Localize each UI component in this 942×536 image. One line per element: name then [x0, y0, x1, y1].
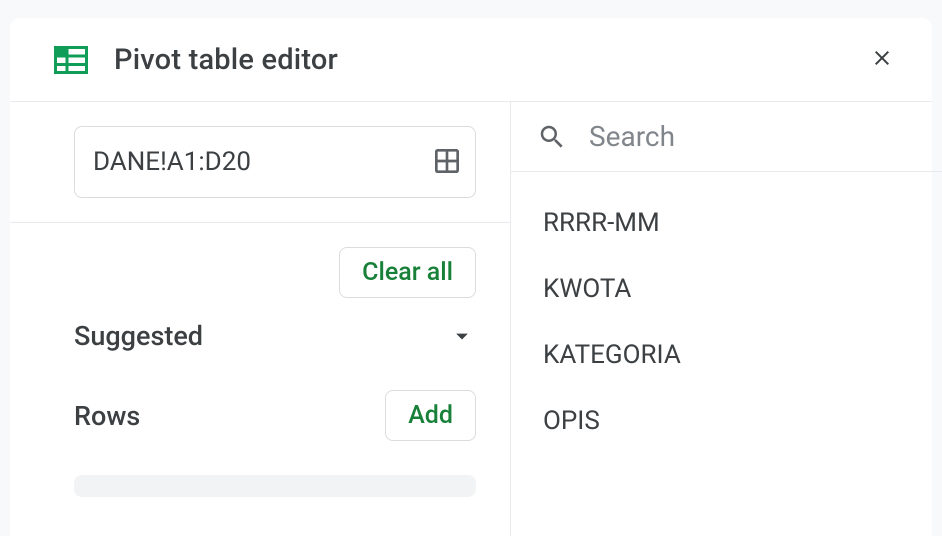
grid-icon [431, 145, 463, 180]
panel-header: Pivot table editor [10, 18, 932, 102]
fields-list: RRRR-MM KWOTA KATEGORIA OPIS [511, 172, 942, 472]
clear-all-button[interactable]: Clear all [339, 247, 476, 298]
suggested-label: Suggested [74, 320, 203, 352]
close-icon [870, 46, 894, 73]
range-section [10, 102, 510, 223]
field-search-input[interactable] [589, 120, 942, 153]
fields-column: RRRR-MM KWOTA KATEGORIA OPIS [511, 102, 942, 536]
add-rows-button[interactable]: Add [385, 390, 476, 441]
pivot-table-editor-panel: Pivot table editor [10, 18, 932, 536]
config-column: Clear all Suggested Rows Add [10, 102, 511, 536]
field-item[interactable]: RRRR-MM [537, 190, 942, 256]
suggested-toggle[interactable]: Suggested [74, 320, 476, 352]
panel-body: Clear all Suggested Rows Add [10, 102, 932, 536]
clear-all-row: Clear all [74, 247, 476, 298]
field-item[interactable]: OPIS [537, 388, 942, 454]
select-range-button[interactable] [427, 141, 467, 184]
range-input-container [74, 126, 476, 198]
rows-drop-area[interactable] [74, 475, 476, 497]
rows-label: Rows [74, 400, 140, 432]
search-row [511, 102, 942, 172]
field-item[interactable]: KWOTA [537, 256, 942, 322]
close-button[interactable] [864, 40, 900, 79]
pivot-table-icon [54, 46, 88, 74]
panel-title: Pivot table editor [114, 43, 864, 77]
search-icon [537, 122, 567, 152]
rows-section-header: Rows Add [74, 390, 476, 441]
field-item[interactable]: KATEGORIA [537, 322, 942, 388]
chevron-down-icon [448, 322, 476, 350]
config-section: Clear all Suggested Rows Add [10, 223, 510, 521]
data-range-input[interactable] [93, 147, 427, 177]
